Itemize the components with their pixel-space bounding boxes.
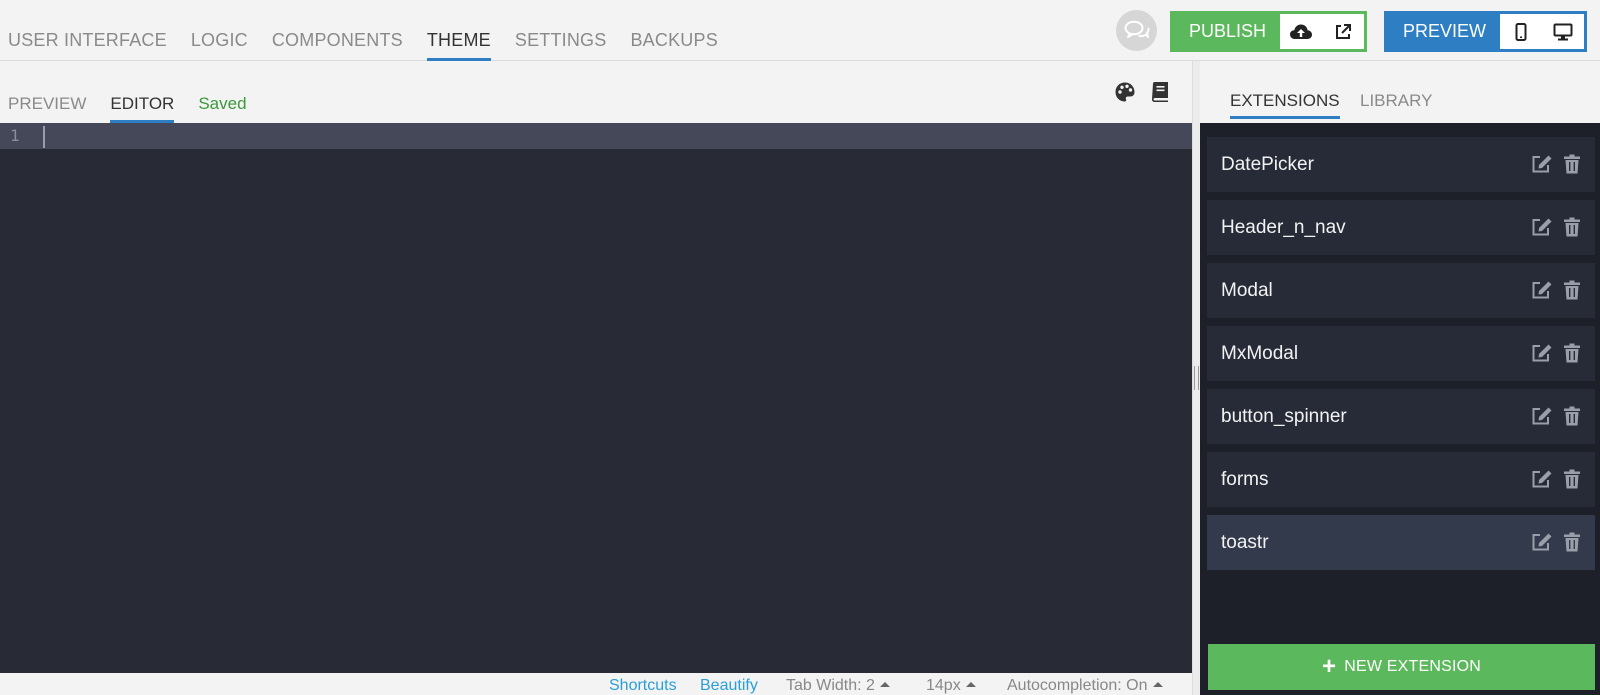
list-item[interactable]: MxModal [1207,326,1595,381]
tab-settings[interactable]: SETTINGS [515,0,607,61]
edit-icon[interactable] [1531,154,1553,174]
text-cursor [43,126,45,148]
desktop-preview-button[interactable] [1542,14,1584,49]
new-extension-label: NEW EXTENSION [1344,658,1482,675]
tab-backups[interactable]: BACKUPS [630,0,717,61]
list-item[interactable]: DatePicker [1207,137,1595,192]
extension-actions [1531,217,1581,237]
edit-icon[interactable] [1531,532,1553,552]
publish-actions [1280,14,1365,49]
caret-up-icon [1152,682,1163,687]
extension-name: button_spinner [1221,405,1347,427]
trash-icon[interactable] [1563,532,1581,552]
preview-group: PREVIEW [1384,11,1588,52]
desktop-icon [1553,23,1573,40]
editor-tabs: PREVIEW EDITOR Saved [8,61,247,123]
extensions-list: DatePicker Header_n_nav Modal MxModal bu… [1207,137,1595,578]
extension-actions [1531,406,1581,426]
save-status: Saved [198,94,247,113]
external-link-button[interactable] [1322,14,1364,49]
trash-icon[interactable] [1563,154,1581,174]
trash-icon[interactable] [1563,343,1581,363]
extensions-pane: EXTENSIONS LIBRARY DatePicker Header_n_n… [1200,61,1600,695]
tab-user-interface[interactable]: USER INTERFACE [8,0,167,61]
new-extension-button[interactable]: + NEW EXTENSION [1208,644,1595,690]
right-tabs: EXTENSIONS LIBRARY [1200,61,1600,123]
edit-icon[interactable] [1531,280,1553,300]
line-number: 1 [10,126,20,145]
list-item[interactable]: forms [1207,452,1595,507]
trash-icon[interactable] [1563,469,1581,489]
extension-actions [1531,343,1581,363]
trash-icon[interactable] [1563,217,1581,237]
list-item[interactable]: button_spinner [1207,389,1595,444]
palette-icon[interactable] [1114,81,1136,108]
editor-tools [1114,81,1170,108]
list-item[interactable]: Header_n_nav [1207,200,1595,255]
tab-components[interactable]: COMPONENTS [272,0,403,61]
tab-width-label: Tab Width: 2 [786,677,875,694]
pane-splitter[interactable] [1192,61,1200,695]
edit-icon[interactable] [1531,217,1553,237]
extension-name: DatePicker [1221,153,1314,175]
tab-preview[interactable]: PREVIEW [8,94,86,123]
publish-group: PUBLISH [1170,11,1368,52]
external-link-icon [1336,23,1352,39]
trash-icon[interactable] [1563,280,1581,300]
top-bar: USER INTERFACE LOGIC COMPONENTS THEME SE… [0,0,1600,61]
plus-icon: + [1321,653,1337,680]
book-icon[interactable] [1150,81,1170,108]
autocompletion-label: Autocompletion: On [1007,677,1148,694]
extension-actions [1531,154,1581,174]
edit-icon[interactable] [1531,469,1553,489]
cloud-upload-button[interactable] [1280,14,1322,49]
chat-icon [1124,20,1150,38]
extension-actions [1531,532,1581,552]
preview-button[interactable]: PREVIEW [1387,14,1500,49]
splitter-grip [1194,366,1199,390]
list-item[interactable]: toastr [1207,515,1595,570]
active-line [0,123,1192,149]
mobile-icon [1515,22,1527,41]
extension-name: forms [1221,468,1269,490]
caret-up-icon [965,682,976,687]
shortcuts-link[interactable]: Shortcuts [609,677,677,695]
extension-name: toastr [1221,531,1269,553]
extension-actions [1531,469,1581,489]
tab-logic[interactable]: LOGIC [191,0,248,61]
tab-library[interactable]: LIBRARY [1360,91,1432,117]
chat-button[interactable] [1116,10,1157,51]
mobile-preview-button[interactable] [1500,14,1542,49]
preview-devices [1500,14,1585,49]
publish-button[interactable]: PUBLISH [1173,14,1280,49]
tab-theme[interactable]: THEME [426,0,491,61]
extension-name: Modal [1221,279,1273,301]
font-size-dropdown[interactable]: 14px [926,677,976,695]
list-item[interactable]: Modal [1207,263,1595,318]
main-tabs: USER INTERFACE LOGIC COMPONENTS THEME SE… [8,0,742,61]
cloud-upload-icon [1290,24,1313,39]
trash-icon[interactable] [1563,406,1581,426]
theme-editor-pane: PREVIEW EDITOR Saved 1 Shortcuts Beautif… [0,61,1192,695]
extension-actions [1531,280,1581,300]
font-size-label: 14px [926,677,961,694]
extension-name: Header_n_nav [1221,216,1346,238]
tab-editor[interactable]: EDITOR [110,94,175,123]
caret-up-icon [879,682,890,687]
autocompletion-dropdown[interactable]: Autocompletion: On [1007,677,1163,695]
extension-name: MxModal [1221,342,1299,364]
beautify-link[interactable]: Beautify [700,677,758,695]
edit-icon[interactable] [1531,406,1553,426]
tab-extensions[interactable]: EXTENSIONS [1230,91,1340,119]
tab-width-dropdown[interactable]: Tab Width: 2 [786,677,890,695]
code-editor[interactable]: 1 [0,123,1192,673]
edit-icon[interactable] [1531,343,1553,363]
editor-statusbar: Shortcuts Beautify Tab Width: 2 14px Aut… [0,673,1192,695]
